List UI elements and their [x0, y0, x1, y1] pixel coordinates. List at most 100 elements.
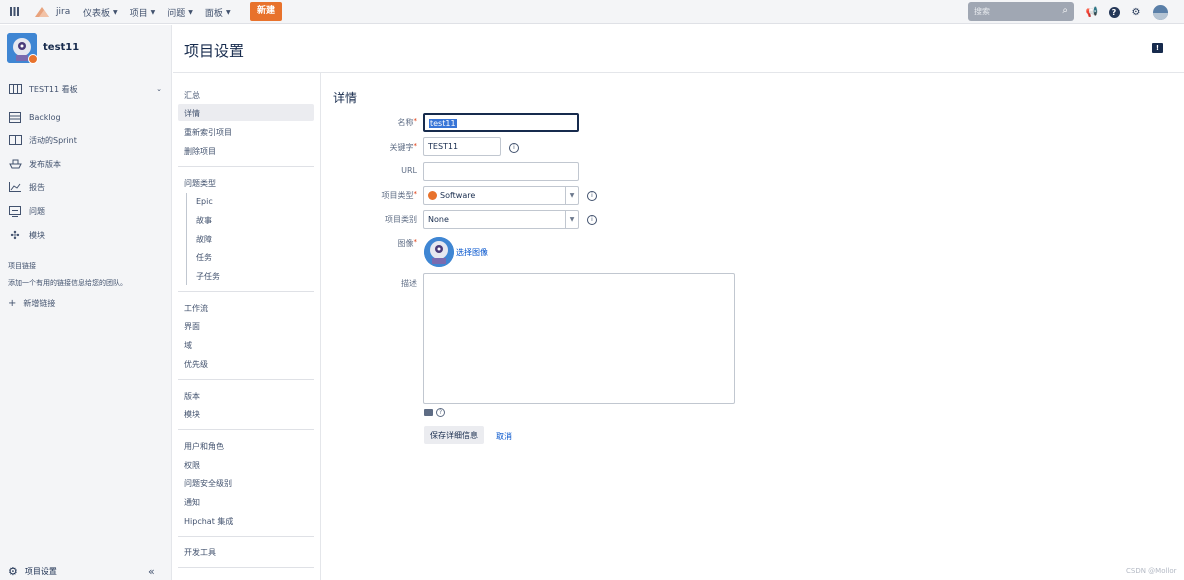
key-field[interactable]: TEST11	[423, 137, 501, 156]
sidebar-item-components[interactable]: ✣ 模块	[8, 229, 164, 242]
subnav-workflows[interactable]: 工作流	[178, 299, 314, 316]
key-label: 关键字*	[333, 142, 418, 153]
sprint-icon	[8, 134, 22, 146]
avatar-label-text: 图像	[397, 239, 414, 248]
page-title: 项目设置	[184, 42, 245, 60]
select-avatar-link[interactable]: 选择图像	[456, 247, 488, 258]
sidebar-item-backlog[interactable]: Backlog	[8, 111, 164, 123]
notifications-icon[interactable]: 📢	[1085, 5, 1099, 19]
name-field[interactable]: test11	[423, 113, 579, 132]
nav-projects[interactable]: 项目 ▼	[130, 6, 156, 19]
subnav-epic[interactable]: Epic	[178, 193, 314, 210]
subnav-fields[interactable]: 域	[178, 336, 314, 353]
divider	[178, 429, 314, 430]
subnav-notifications[interactable]: 通知	[178, 493, 314, 510]
save-details-button[interactable]: 保存详细信息	[424, 426, 484, 444]
issues-icon	[8, 205, 22, 217]
avatar-label: 图像*	[333, 238, 418, 249]
name-label: 名称*	[333, 117, 418, 128]
project-links-description: 添加一个有用的链接信息给您的团队。	[8, 279, 127, 287]
subnav-priorities[interactable]: 优先级	[178, 355, 314, 372]
description-textarea[interactable]	[423, 273, 735, 404]
subnav-screens[interactable]: 界面	[178, 317, 314, 334]
chevron-down-icon[interactable]: ⌄	[156, 85, 162, 93]
sidebar-item-board[interactable]: TEST11 看板 ⌄	[8, 83, 164, 95]
sidebar-item-issues[interactable]: 问题	[8, 205, 164, 217]
subnav-story[interactable]: 故事	[178, 211, 314, 228]
project-sidebar: test11 TEST11 看板 ⌄ Backlog 活动的Sprint 发布版…	[0, 25, 172, 580]
subnav-components[interactable]: 模块	[178, 405, 314, 422]
project-links-title: 项目链接	[8, 262, 36, 270]
jira-logo[interactable]: jira	[33, 5, 70, 19]
chevron-down-icon: ▼	[150, 9, 156, 16]
chevron-down-icon: ▼	[565, 187, 578, 204]
help-icon[interactable]: ?	[1107, 5, 1121, 19]
search-input[interactable]: 搜索 ⌕	[968, 2, 1074, 21]
sidebar-item-label: TEST11 看板	[29, 84, 78, 94]
help-icon[interactable]: ?	[436, 408, 445, 417]
sidebar-item-label: 活动的Sprint	[29, 135, 77, 145]
sidebar-item-releases[interactable]: 发布版本	[8, 158, 164, 170]
subnav-issue-security[interactable]: 问题安全级别	[178, 474, 314, 491]
cancel-link[interactable]: 取消	[496, 431, 512, 442]
watermark: CSDN @Mollor	[1126, 567, 1177, 575]
sidebar-item-sprint[interactable]: 活动的Sprint	[8, 134, 164, 146]
nav-boards-label: 面板	[204, 9, 223, 19]
divider	[178, 166, 314, 167]
nav-boards[interactable]: 面板 ▼	[205, 6, 231, 19]
collapse-sidebar-icon[interactable]: «	[148, 565, 155, 578]
category-select[interactable]: None ▼	[423, 210, 579, 229]
key-value: TEST11	[428, 142, 459, 151]
create-button[interactable]: 新建	[250, 2, 283, 21]
add-link-button[interactable]: + 新增链接	[8, 298, 55, 309]
divider	[178, 567, 314, 568]
sidebar-item-reports[interactable]: 报告	[8, 181, 164, 193]
user-avatar[interactable]	[1153, 5, 1168, 20]
subnav-details[interactable]: 详情	[178, 104, 314, 121]
jira-logo-icon	[35, 7, 49, 17]
subnav-dev-tools[interactable]: 开发工具	[178, 543, 314, 560]
subnav-users-roles[interactable]: 用户和角色	[178, 437, 314, 454]
settings-gear-icon[interactable]: ⚙	[1129, 5, 1143, 19]
nav-issues[interactable]: 问题 ▼	[167, 6, 193, 19]
sidebar-item-label: 模块	[29, 230, 45, 240]
software-icon	[428, 191, 437, 200]
name-value: test11	[429, 119, 457, 128]
header-divider	[173, 72, 1184, 73]
url-field[interactable]	[423, 162, 579, 181]
plus-icon: +	[8, 298, 17, 309]
subnav-permissions[interactable]: 权限	[178, 456, 314, 473]
project-name: test11	[43, 42, 80, 53]
ship-icon	[8, 158, 22, 170]
chevron-down-icon: ▼	[188, 9, 193, 16]
subnav-summary[interactable]: 汇总	[178, 86, 314, 103]
subnav-reindex[interactable]: 重新索引项目	[178, 123, 314, 140]
info-icon[interactable]: i	[587, 191, 597, 201]
backlog-icon	[8, 111, 22, 123]
subnav-bug[interactable]: 故障	[178, 230, 314, 247]
search-icon: ⌕	[1062, 5, 1068, 16]
name-label-text: 名称	[397, 118, 414, 127]
nav-dashboards[interactable]: 仪表板 ▼	[83, 6, 118, 19]
feedback-icon[interactable]: !	[1152, 43, 1163, 53]
subnav-hipchat[interactable]: Hipchat 集成	[178, 512, 314, 529]
sidebar-item-project-settings[interactable]: ⚙ 项目设置	[8, 565, 57, 578]
text-format-icon[interactable]	[424, 409, 433, 416]
subnav-delete-project[interactable]: 删除项目	[178, 142, 314, 159]
divider	[178, 291, 314, 292]
project-type-select[interactable]: Software ▼	[423, 186, 579, 205]
section-title: 详情	[333, 91, 358, 105]
board-icon	[8, 83, 22, 95]
subnav-task[interactable]: 任务	[178, 248, 314, 265]
subnav-subtask[interactable]: 子任务	[178, 267, 314, 284]
info-icon[interactable]: i	[509, 143, 519, 153]
divider	[178, 379, 314, 380]
project-avatar-preview	[424, 237, 454, 267]
sidebar-item-label: 问题	[29, 206, 45, 216]
description-label: 描述	[401, 279, 417, 288]
subnav-issue-types[interactable]: 问题类型	[178, 174, 314, 191]
subnav-versions[interactable]: 版本	[178, 387, 314, 404]
app-switcher-icon[interactable]	[10, 7, 19, 16]
nav-dashboards-label: 仪表板	[83, 9, 111, 19]
info-icon[interactable]: i	[587, 215, 597, 225]
